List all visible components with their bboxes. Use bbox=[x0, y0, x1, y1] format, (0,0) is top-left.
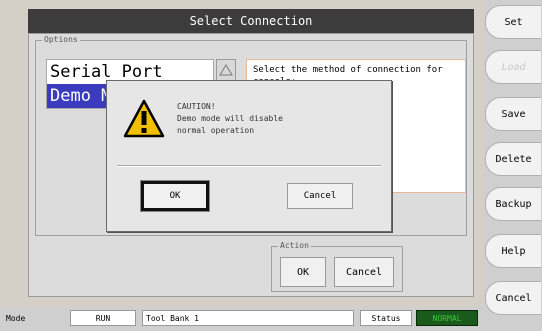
load-button[interactable]: Load bbox=[485, 50, 541, 84]
delete-button[interactable]: Delete bbox=[485, 142, 541, 176]
mode-value: RUN bbox=[70, 310, 136, 326]
scroll-up-button[interactable] bbox=[216, 59, 236, 81]
status-label: Status bbox=[360, 310, 412, 326]
options-group-label: Options bbox=[42, 34, 80, 46]
dialog-separator bbox=[117, 165, 381, 167]
save-button[interactable]: Save bbox=[485, 97, 541, 131]
action-group-label: Action bbox=[278, 240, 311, 252]
triangle-up-icon bbox=[219, 64, 233, 76]
action-cancel-button[interactable]: Cancel bbox=[334, 257, 394, 287]
set-button[interactable]: Set bbox=[485, 5, 541, 39]
caution-dialog: CAUTION! Demo mode will disable normal o… bbox=[106, 80, 392, 232]
status-value: NORMAL bbox=[416, 310, 478, 326]
action-group: Action OK Cancel bbox=[271, 240, 403, 292]
status-bar: Mode RUN Tool Bank 1 Status NORMAL bbox=[0, 307, 483, 331]
caution-title: CAUTION! bbox=[177, 102, 216, 111]
cancel-button[interactable]: Cancel bbox=[485, 281, 541, 315]
action-ok-button[interactable]: OK bbox=[280, 257, 326, 287]
help-button[interactable]: Help bbox=[485, 234, 541, 268]
tool-bank-field: Tool Bank 1 bbox=[142, 310, 354, 326]
backup-button[interactable]: Backup bbox=[485, 187, 541, 221]
right-panel: Set Load Save Delete Backup Help Cancel bbox=[483, 0, 542, 331]
caution-line-2: Demo mode will disable bbox=[177, 114, 283, 123]
caution-line-3: normal operation bbox=[177, 126, 255, 135]
window-title: Select Connection bbox=[28, 9, 474, 33]
warning-icon bbox=[123, 99, 165, 138]
dialog-ok-button[interactable]: OK bbox=[140, 180, 210, 212]
dialog-cancel-button[interactable]: Cancel bbox=[287, 183, 353, 209]
mode-label: Mode bbox=[6, 313, 26, 323]
caution-message: CAUTION! Demo mode will disable normal o… bbox=[177, 101, 283, 137]
